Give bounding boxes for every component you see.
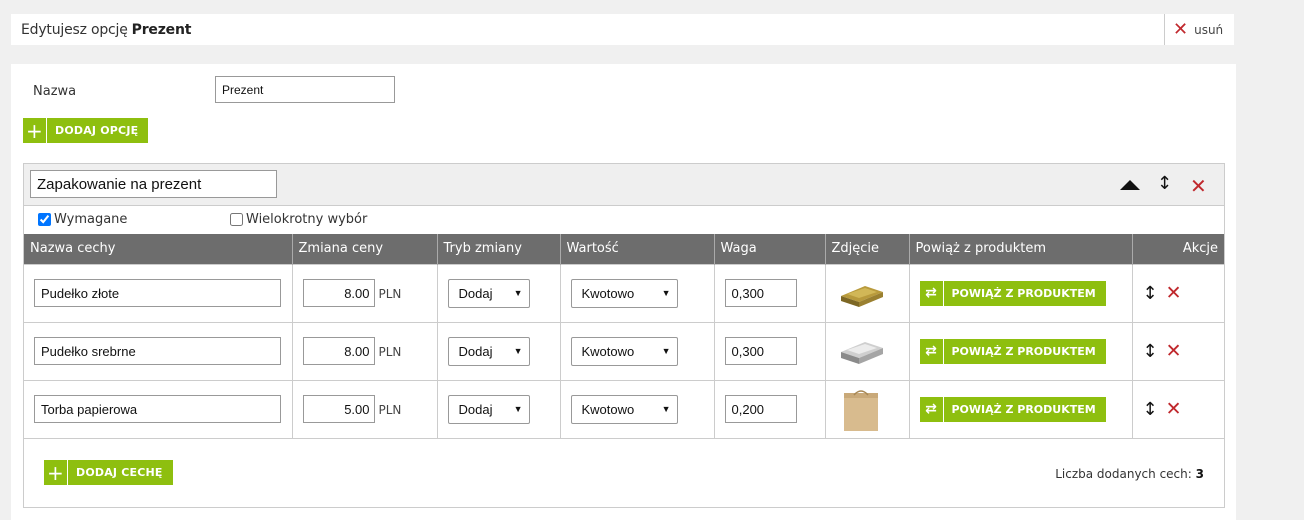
col-header-price: Zmiana ceny [292,234,438,264]
table-row: PLN Dodaj ▼ Kwotowo ▼ [24,263,1224,322]
name-label: Nazwa [33,84,77,99]
feature-name-input[interactable] [34,395,281,424]
sort-vertical-icon[interactable]: ↕ [1143,283,1158,304]
col-header-link: Powiąż z produktem [909,234,1133,264]
option-name-input[interactable] [215,76,395,103]
silver-box-icon [840,342,883,364]
multiple-checkbox[interactable] [230,213,243,226]
weight-input[interactable] [724,279,797,307]
mode-select[interactable]: Dodaj ▼ [447,394,530,424]
value-select-value: Kwotowo [581,343,635,359]
value-type-select[interactable]: Kwotowo ▼ [570,278,678,308]
plus-icon: + [23,118,47,143]
page-header: Edytujesz opcję Prezent [11,14,1164,45]
col-header-mode: Tryb zmiany [437,234,561,264]
required-checkbox[interactable] [38,213,51,226]
group-header: ↕ ✕ [24,164,1224,206]
row-actions: ↕ ✕ [1143,282,1215,304]
link-product-label: POWIĄŻ Z PRODUKTEM [951,402,1096,416]
link-product-button[interactable]: ⇄ POWIĄŻ Z PRODUKTEM [919,338,1106,364]
currency-label: PLN [378,344,402,359]
silver-box-image[interactable] [836,330,886,372]
add-option-button[interactable]: + DODAJ OPCJĘ [23,118,149,143]
row-actions: ↕ ✕ [1143,398,1215,420]
add-option-label: DODAJ OPCJĘ [55,124,139,137]
price-change-input[interactable] [302,279,375,307]
swap-icon: ⇄ [920,396,944,422]
features-table: Nazwa cechy Zmiana ceny Tryb zmiany Wart… [24,234,1224,438]
swap-icon: ⇄ [920,280,944,306]
delete-option-button[interactable]: ✕ usuń [1164,14,1234,45]
mode-select-value: Dodaj [458,285,493,301]
add-feature-button[interactable]: + DODAJ CECHĘ [44,460,173,485]
multiple-label: Wielokrotny wybór [246,212,368,227]
feature-name-input[interactable] [34,337,281,365]
value-type-select[interactable]: Kwotowo ▼ [570,336,678,366]
delete-row-icon[interactable]: ✕ [1166,282,1182,304]
group-footer: + DODAJ CECHĘ Liczba dodanych cech: 3 [24,438,1224,506]
collapse-up-icon[interactable] [1120,180,1140,190]
feature-count-label: Liczba dodanych cech: [1055,467,1192,481]
price-change-input[interactable] [302,395,375,424]
required-checkbox-label[interactable]: Wymagane [38,212,127,227]
header-option-name: Prezent [131,21,192,38]
chevron-down-icon: ▼ [513,288,523,298]
currency-label: PLN [378,286,402,301]
col-header-weight: Waga [714,234,826,264]
chevron-down-icon: ▼ [661,346,671,356]
mode-select-value: Dodaj [458,343,493,359]
chevron-down-icon: ▼ [513,346,523,356]
feature-count-value: 3 [1195,467,1204,481]
add-feature-label: DODAJ CECHĘ [76,466,163,479]
value-select-value: Kwotowo [581,285,635,301]
sort-vertical-icon[interactable]: ↕ [1143,341,1158,362]
multiple-checkbox-label[interactable]: Wielokrotny wybór [230,212,367,227]
table-row: PLN Dodaj ▼ Kwotowo ▼ [24,379,1224,438]
plus-icon: + [44,460,68,485]
feature-count: Liczba dodanych cech: 3 [1055,467,1204,481]
weight-input[interactable] [724,337,797,365]
group-title-input[interactable] [30,170,277,198]
option-group: ↕ ✕ Wymagane Wielokrotny wybór Nazwa cec… [23,163,1225,508]
gold-box-icon [840,286,883,307]
price-change-input[interactable] [302,337,375,365]
col-header-image: Zdjęcie [825,234,910,264]
mode-select[interactable]: Dodaj ▼ [447,278,530,308]
close-icon: ✕ [1173,18,1189,40]
col-header-value: Wartość [560,234,715,264]
header-prefix: Edytujesz opcję [21,21,128,38]
swap-icon: ⇄ [920,338,944,364]
paper-bag-icon [843,390,878,432]
link-product-button[interactable]: ⇄ POWIĄŻ Z PRODUKTEM [919,280,1106,306]
delete-row-icon[interactable]: ✕ [1166,340,1182,362]
link-product-button[interactable]: ⇄ POWIĄŻ Z PRODUKTEM [919,396,1106,422]
table-row: PLN Dodaj ▼ Kwotowo ▼ [24,321,1224,380]
row-actions: ↕ ✕ [1143,340,1215,362]
weight-input[interactable] [724,395,797,424]
mode-select[interactable]: Dodaj ▼ [447,336,530,366]
delete-group-icon[interactable]: ✕ [1190,176,1207,196]
mode-select-value: Dodaj [458,401,493,417]
col-header-actions: Akcje [1132,234,1224,264]
value-select-value: Kwotowo [581,401,635,417]
sort-vertical-icon[interactable]: ↕ [1157,175,1172,193]
value-type-select[interactable]: Kwotowo ▼ [570,394,678,424]
required-label: Wymagane [54,212,128,227]
delete-row-icon[interactable]: ✕ [1166,398,1182,420]
option-panel: Nazwa + DODAJ OPCJĘ ↕ ✕ Wymagane Wielokr… [11,64,1236,520]
link-product-label: POWIĄŻ Z PRODUKTEM [951,344,1096,358]
sort-vertical-icon[interactable]: ↕ [1143,399,1158,420]
group-checkboxes: Wymagane Wielokrotny wybór [24,206,1224,234]
chevron-down-icon: ▼ [661,288,671,298]
chevron-down-icon: ▼ [661,404,671,415]
col-header-name: Nazwa cechy [24,234,293,264]
table-header-row: Nazwa cechy Zmiana ceny Tryb zmiany Wart… [24,234,1224,264]
chevron-down-icon: ▼ [513,404,523,415]
currency-label: PLN [378,402,402,417]
link-product-label: POWIĄŻ Z PRODUKTEM [951,286,1096,300]
delete-option-label: usuń [1194,22,1224,37]
paper-bag-image[interactable] [836,388,886,432]
feature-name-input[interactable] [34,279,281,307]
gold-box-image[interactable] [836,272,886,314]
